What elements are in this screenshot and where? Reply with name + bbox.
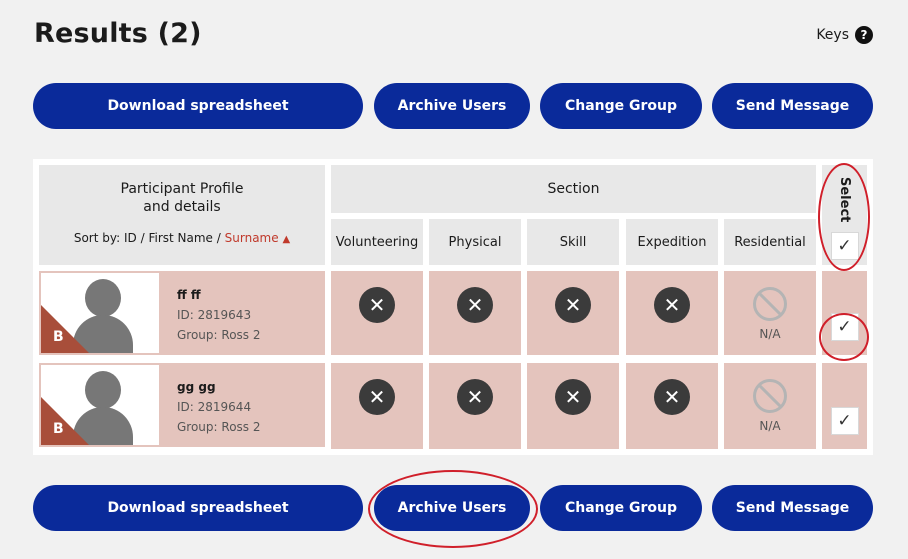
not-complete-icon: ✕ [359, 379, 395, 415]
avatar: B [41, 273, 159, 353]
row-select-cell: ✓ [822, 271, 867, 355]
status-cell-residential: N/A [724, 271, 816, 355]
award-level-badge [41, 397, 89, 445]
participant-details: gg gg ID: 2819644 Group: Ross 2 [177, 377, 260, 437]
col-volunteering: Volunteering [331, 219, 423, 265]
not-applicable-icon [753, 379, 787, 413]
participant-name[interactable]: ff ff [177, 285, 260, 305]
section-column-header: Section [331, 165, 816, 213]
col-residential: Residential [724, 219, 816, 265]
top-action-bar: Download spreadsheet Archive Users Chang… [33, 83, 873, 129]
avatar-head [85, 279, 121, 317]
bottom-action-bar: Download spreadsheet Archive Users Chang… [33, 485, 873, 531]
status-cell-expedition: ✕ [626, 363, 718, 449]
na-label: N/A [759, 327, 781, 341]
select-header-label: Select [837, 177, 852, 223]
change-group-button[interactable]: Change Group [540, 485, 702, 531]
participant-group: Group: Ross 2 [177, 420, 261, 434]
sort-ascending-icon: ▲ [282, 234, 291, 245]
not-complete-icon: ✕ [457, 287, 493, 323]
status-cell-volunteering: ✕ [331, 271, 423, 355]
col-physical: Physical [429, 219, 521, 265]
avatar-head [85, 371, 121, 409]
download-spreadsheet-button[interactable]: Download spreadsheet [33, 485, 363, 531]
not-complete-icon: ✕ [654, 379, 690, 415]
sort-controls: Sort by: ID / First Name / Surname ▲ [73, 231, 291, 245]
na-label: N/A [759, 419, 781, 433]
sort-by-id[interactable]: ID [124, 231, 137, 245]
row-select-checkbox[interactable]: ✓ [830, 313, 859, 341]
not-complete-icon: ✕ [359, 287, 395, 323]
change-group-button[interactable]: Change Group [540, 83, 702, 129]
status-cell-skill: ✕ [527, 363, 619, 449]
award-level-badge [41, 305, 89, 353]
sort-by-surname[interactable]: Surname [225, 231, 279, 245]
page-title: Results (2) [34, 18, 202, 49]
select-all-checkbox[interactable]: ✓ [830, 232, 859, 261]
sort-prefix: Sort by: [73, 231, 121, 245]
not-complete-icon: ✕ [654, 287, 690, 323]
not-applicable-icon [753, 287, 787, 321]
archive-users-button[interactable]: Archive Users [374, 485, 530, 531]
participant-id: ID: 2819643 [177, 308, 252, 322]
award-level-letter: B [53, 329, 64, 345]
sort-by-first-name[interactable]: First Name [148, 231, 212, 245]
row-select-checkbox[interactable]: ✓ [830, 407, 859, 435]
archive-users-button[interactable]: Archive Users [374, 83, 530, 129]
status-cell-physical: ✕ [429, 271, 521, 355]
profile-header-title: Participant Profile and details [120, 181, 244, 215]
not-complete-icon: ✕ [555, 287, 591, 323]
status-cell-skill: ✕ [527, 271, 619, 355]
status-cell-expedition: ✕ [626, 271, 718, 355]
profile-column-header: Participant Profile and details Sort by:… [39, 165, 325, 265]
col-skill: Skill [527, 219, 619, 265]
select-column-header: Select ✓ [822, 165, 867, 265]
participant-id: ID: 2819644 [177, 400, 252, 414]
avatar: B [41, 365, 159, 445]
send-message-button[interactable]: Send Message [712, 485, 873, 531]
table-row: B gg gg ID: 2819644 Group: Ross 2 [39, 363, 325, 447]
question-icon: ? [855, 26, 873, 44]
participant-group: Group: Ross 2 [177, 328, 261, 342]
row-select-cell: ✓ [822, 363, 867, 449]
send-message-button[interactable]: Send Message [712, 83, 873, 129]
col-expedition: Expedition [626, 219, 718, 265]
status-cell-physical: ✕ [429, 363, 521, 449]
status-cell-residential: N/A [724, 363, 816, 449]
download-spreadsheet-button[interactable]: Download spreadsheet [33, 83, 363, 129]
keys-link[interactable]: Keys ? [816, 26, 873, 44]
status-cell-volunteering: ✕ [331, 363, 423, 449]
keys-label: Keys [816, 27, 849, 43]
not-complete-icon: ✕ [555, 379, 591, 415]
participant-details: ff ff ID: 2819643 Group: Ross 2 [177, 285, 260, 345]
participant-name[interactable]: gg gg [177, 377, 260, 397]
not-complete-icon: ✕ [457, 379, 493, 415]
results-table: Participant Profile and details Sort by:… [33, 159, 873, 455]
table-row: B ff ff ID: 2819643 Group: Ross 2 [39, 271, 325, 355]
award-level-letter: B [53, 421, 64, 437]
